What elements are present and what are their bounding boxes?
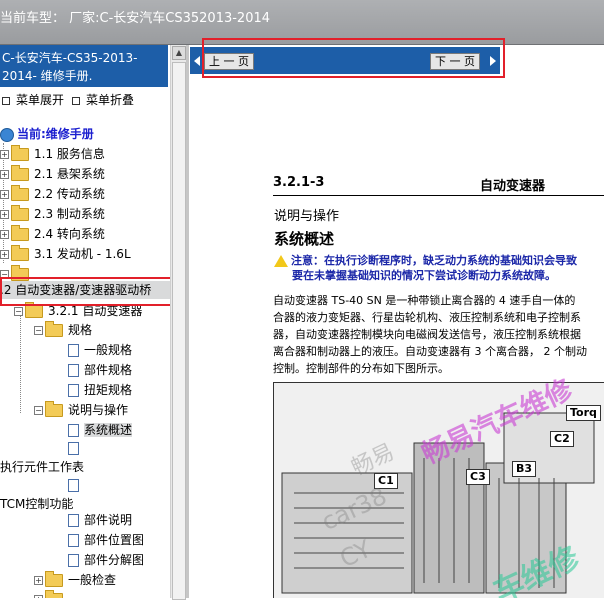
folder-icon [11, 225, 29, 241]
document-view: 3.2.1-3 自动变速器 说明与操作 系统概述 注意：在执行诊断程序时，缺乏动… [190, 80, 604, 598]
transmission-drawing [281, 412, 595, 594]
diagram-label-torque: Torq [566, 405, 601, 421]
tree-item-general-check[interactable]: + 一般检查 [34, 571, 116, 589]
expand-node-icon: + [0, 230, 9, 239]
tree-item-component-location[interactable]: 部件位置图 [68, 531, 144, 549]
sub-heading: 说明与操作 [274, 209, 340, 224]
document-icon [68, 554, 79, 567]
tree-item-specs[interactable]: − 规格 [34, 321, 92, 339]
document-icon [68, 344, 79, 357]
pane-splitter[interactable] [186, 45, 189, 598]
tree-item-tcm-control[interactable]: TCM控制功能 [0, 495, 73, 513]
tree-item-actuator-table[interactable]: 执行元件工作表 [0, 458, 84, 476]
folder-icon [11, 145, 29, 161]
warning-icon [274, 255, 288, 267]
note-line-2: 要在未掌握基础知识的情况下尝试诊断动力系统故障。 [292, 269, 556, 282]
tree-item-torque-spec[interactable]: 扭矩规格 [68, 381, 132, 399]
window-title: 当前车型： 厂家:C-长安汽车CS352013-2014 [0, 11, 271, 26]
folder-icon [11, 245, 29, 261]
scrollbar-thumb[interactable] [172, 62, 186, 600]
folder-open-icon [45, 401, 63, 417]
tree-item-driveline[interactable]: +2.2 传动系统 [0, 185, 105, 203]
tree-item-desc-ops[interactable]: − 说明与操作 [34, 401, 128, 419]
body-line: 器，自动变速器控制模块向电磁阀发送信号，液压控制系统根据 [273, 328, 581, 341]
menu-expand-button[interactable]: 菜单展开 [2, 91, 64, 108]
tree-item-general-spec[interactable]: 一般规格 [68, 341, 132, 359]
tree-root[interactable]: 当前:维修手册 [0, 125, 94, 143]
sidebar: C-长安汽车-CS35-2013-2014- 维修手册. 菜单展开 菜单折叠 当… [0, 45, 170, 598]
document-icon [68, 514, 79, 527]
folder-icon [45, 571, 63, 587]
expand-node-icon: + [0, 150, 9, 159]
tree-doc-placeholder[interactable] [68, 476, 84, 494]
document-icon [68, 442, 79, 455]
manual-root-icon [0, 127, 14, 142]
document-icon [68, 424, 79, 437]
prev-arrow-icon[interactable] [194, 56, 200, 66]
diagram-label-b3: B3 [512, 461, 537, 477]
expand-node-icon: + [0, 250, 9, 259]
menu-collapse-button[interactable]: 菜单折叠 [72, 91, 134, 108]
tree-item-suspension[interactable]: +2.1 悬架系统 [0, 165, 105, 183]
expand-node-icon: + [0, 190, 9, 199]
page-heading: 系统概述 [274, 230, 335, 248]
body-line: 离合器和制动器上的液压。自动变速器有 3 个离合器， 2 个制动 [273, 345, 587, 358]
tree-item-part-spec[interactable]: 部件规格 [68, 361, 132, 379]
folder-icon [11, 165, 29, 181]
section-number: 3.2.1-3 [273, 175, 325, 190]
tree-item-component-desc[interactable]: 部件说明 [68, 511, 132, 529]
document-icon [68, 364, 79, 377]
note-line-1: 注意：在执行诊断程序时，缺乏动力系统的基础知识会导致 [274, 252, 577, 268]
tree-item-steering[interactable]: +2.4 转向系统 [0, 225, 105, 243]
collapse-node-icon: − [34, 326, 43, 335]
body-line: 自动变速器 TS-40 SN 是一种带锁止离合器的 4 速手自一体的 [273, 294, 576, 307]
tree-item-system-overview[interactable]: 系统概述 [68, 421, 133, 439]
collapse-node-icon: − [34, 406, 43, 415]
body-line: 合器的液力变矩器、行星齿轮机构、液压控制系统和电子控制系 [273, 311, 581, 324]
folder-icon [11, 185, 29, 201]
expand-icon [2, 96, 10, 105]
folder-open-icon [25, 302, 43, 318]
highlight-box-selected-chapter [0, 277, 178, 306]
body-paragraph: 自动变速器 TS-40 SN 是一种带锁止离合器的 4 速手自一体的 合器的液力… [273, 292, 587, 377]
folder-icon [45, 590, 63, 598]
tree-item-service-info[interactable]: +1.1 服务信息 [0, 145, 105, 163]
expand-node-icon: + [34, 576, 43, 585]
expand-node-icon: + [0, 170, 9, 179]
folder-open-icon [45, 321, 63, 337]
tree-item-component-exploded[interactable]: 部件分解图 [68, 551, 144, 569]
document-icon [68, 384, 79, 397]
expand-node-icon: + [0, 210, 9, 219]
sidebar-header: C-长安汽车-CS35-2013-2014- 维修手册. [0, 45, 168, 87]
diagram-label-c2: C2 [550, 431, 574, 447]
highlight-box-nav [202, 38, 505, 78]
scroll-up-icon[interactable]: ▲ [172, 46, 186, 60]
collapse-icon [72, 96, 80, 105]
document-icon [68, 534, 79, 547]
section-title: 自动变速器 [480, 179, 546, 194]
collapse-node-icon: − [14, 307, 23, 316]
tree-doc-placeholder[interactable] [68, 439, 84, 457]
folder-icon [11, 205, 29, 221]
tree-item-engine[interactable]: +3.1 发动机 - 1.6L [0, 245, 131, 263]
transmission-diagram: Torq C2 B3 C1 C3 [273, 382, 604, 598]
body-line: 控制。控制部件的分布如下图所示。 [273, 362, 449, 375]
document-icon [68, 479, 79, 492]
diagram-label-c3: C3 [466, 469, 490, 485]
sidebar-scrollbar[interactable]: ▲ [170, 45, 186, 600]
diagram-label-c1: C1 [374, 473, 398, 489]
tree-item-brakes[interactable]: +2.3 制动系统 [0, 205, 105, 223]
tree-item-more[interactable]: + [34, 590, 68, 598]
